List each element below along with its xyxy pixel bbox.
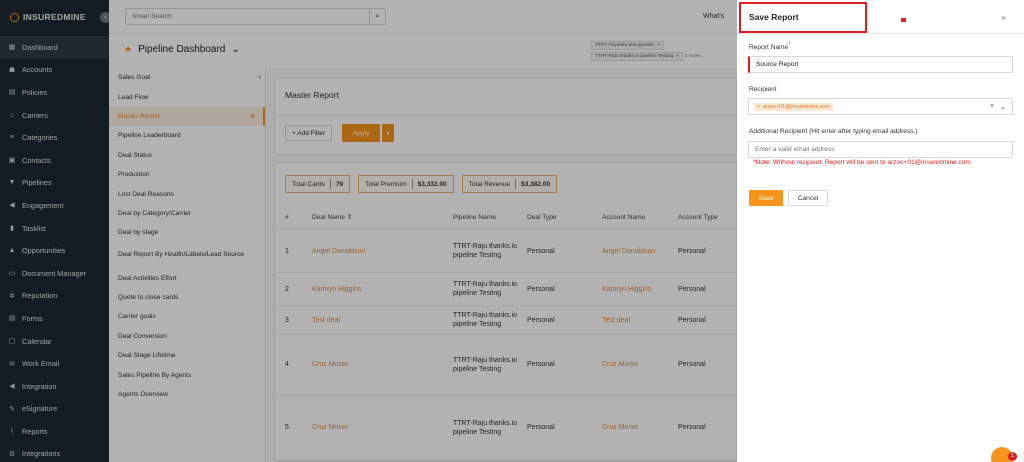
recipient-note: *Note: Without recipient, Report will be…	[753, 159, 971, 166]
additional-recipient-label: Additional Recipient (Hit enter after ty…	[749, 128, 918, 135]
annotation-mark	[901, 18, 906, 22]
recipient-select[interactable]: × arzoo+01@insuredmine.com × ⌄	[748, 98, 1013, 115]
recipient-tag[interactable]: × arzoo+01@insuredmine.com	[754, 102, 833, 111]
modal-overlay[interactable]	[0, 0, 737, 462]
additional-recipient-input[interactable]	[748, 141, 1013, 158]
chat-notification-badge: 1	[1008, 452, 1017, 461]
tag-remove-icon[interactable]: ×	[757, 104, 760, 110]
report-name-label: Report Name*	[749, 42, 790, 51]
report-name-input[interactable]	[748, 56, 1013, 73]
recipient-tag-label: arzoo+01@insuredmine.com	[763, 103, 830, 110]
title-highlight-box	[739, 2, 867, 33]
chevron-down-icon[interactable]: ⌄	[1000, 103, 1006, 111]
clear-icon[interactable]: ×	[990, 103, 994, 111]
close-icon[interactable]: ×	[1001, 13, 1006, 23]
recipient-label: Recipient	[749, 86, 777, 93]
save-button[interactable]: Save	[749, 190, 783, 206]
panel-header: Save Report ×	[737, 0, 1024, 34]
report-name-label-text: Report Name	[749, 44, 789, 52]
save-report-panel: Save Report × Report Name* Recipient × a…	[737, 0, 1024, 462]
cancel-button[interactable]: Cancel	[788, 190, 828, 206]
required-mark: *	[788, 42, 791, 48]
